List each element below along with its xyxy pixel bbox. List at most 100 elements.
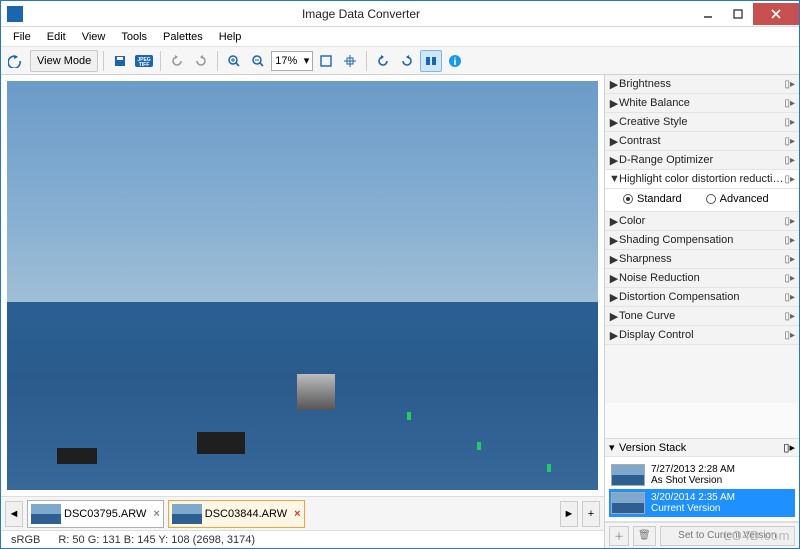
info-icon[interactable]: i: [444, 50, 466, 72]
group-menu-icon[interactable]: ▯▸: [784, 136, 795, 147]
caret-right-icon: ▶: [609, 135, 619, 148]
version-row[interactable]: 7/27/2013 2:28 AM As Shot Version: [609, 461, 795, 489]
thumbnail-filename: DSC03795.ARW: [64, 508, 146, 520]
version-thumb: [611, 492, 645, 514]
window-controls: [693, 3, 799, 25]
group-distortion[interactable]: ▶Distortion Compensation▯▸: [605, 288, 799, 307]
group-menu-icon[interactable]: ▯▸: [783, 441, 795, 454]
group-menu-icon[interactable]: ▯▸: [784, 117, 795, 128]
menu-edit[interactable]: Edit: [39, 29, 74, 45]
version-text: 7/27/2013 2:28 AM As Shot Version: [651, 464, 735, 486]
group-menu-icon[interactable]: ▯▸: [784, 174, 795, 185]
menu-palettes[interactable]: Palettes: [155, 29, 211, 45]
group-highlight-distortion[interactable]: ▼Highlight color distortion reduction▯▸: [605, 170, 799, 189]
zoom-out-icon[interactable]: [247, 50, 269, 72]
group-creative-style[interactable]: ▶Creative Style▯▸: [605, 113, 799, 132]
group-brightness[interactable]: ▶Brightness▯▸: [605, 75, 799, 94]
group-noise[interactable]: ▶Noise Reduction▯▸: [605, 269, 799, 288]
toolbar: View Mode JPEGTIFF 17% ▾ i: [1, 47, 799, 75]
group-menu-icon[interactable]: ▯▸: [784, 311, 795, 322]
zoom-in-icon[interactable]: [223, 50, 245, 72]
group-menu-icon[interactable]: ▯▸: [784, 79, 795, 90]
group-white-balance[interactable]: ▶White Balance▯▸: [605, 94, 799, 113]
group-menu-icon[interactable]: ▯▸: [784, 273, 795, 284]
group-menu-icon[interactable]: ▯▸: [784, 235, 795, 246]
group-contrast[interactable]: ▶Contrast▯▸: [605, 132, 799, 151]
rotate-right-icon[interactable]: [396, 50, 418, 72]
rotate-left-icon[interactable]: [372, 50, 394, 72]
actual-size-icon[interactable]: [339, 50, 361, 72]
fit-screen-icon[interactable]: [315, 50, 337, 72]
thumbnail-item[interactable]: DSC03844.ARW ×: [168, 500, 305, 528]
view-mode-button[interactable]: View Mode: [30, 50, 98, 72]
group-menu-icon[interactable]: ▯▸: [784, 254, 795, 265]
redo-icon[interactable]: [190, 50, 212, 72]
radio-advanced[interactable]: Advanced: [706, 193, 769, 205]
panel-blank: [605, 345, 799, 403]
app-window: Image Data Converter File Edit View Tool…: [0, 0, 800, 549]
status-colorspace: sRGB: [11, 534, 40, 546]
thumbnail-close-icon[interactable]: ×: [294, 508, 300, 520]
version-add-button[interactable]: ＋: [609, 526, 629, 546]
version-text: 3/20/2014 2:35 AM Current Version: [651, 492, 735, 514]
group-display[interactable]: ▶Display Control▯▸: [605, 326, 799, 345]
group-menu-icon[interactable]: ▯▸: [784, 292, 795, 303]
window-title: Image Data Converter: [29, 7, 693, 21]
version-controls: ＋ 🗑 Set to Current Version: [605, 522, 799, 548]
group-shading[interactable]: ▶Shading Compensation▯▸: [605, 231, 799, 250]
preview-image: [7, 81, 598, 490]
group-sharpness[interactable]: ▶Sharpness▯▸: [605, 250, 799, 269]
caret-down-icon: ▼: [609, 173, 619, 185]
zoom-combo[interactable]: 17% ▾: [271, 51, 313, 71]
strip-prev-button[interactable]: ◄: [5, 501, 23, 527]
group-menu-icon[interactable]: ▯▸: [784, 155, 795, 166]
svg-text:i: i: [454, 57, 457, 68]
compare-view-icon[interactable]: [420, 50, 442, 72]
highlight-distortion-options: Standard Advanced: [605, 189, 799, 212]
thumbnail-item[interactable]: DSC03795.ARW ×: [27, 500, 164, 528]
menu-view[interactable]: View: [74, 29, 114, 45]
group-color[interactable]: ▶Color▯▸: [605, 212, 799, 231]
group-menu-icon[interactable]: ▯▸: [784, 98, 795, 109]
strip-next-button[interactable]: ►: [560, 501, 578, 527]
status-readout: R: 50 G: 131 B: 145 Y: 108 (2698, 3174): [58, 534, 255, 546]
version-stack-list: 7/27/2013 2:28 AM As Shot Version 3/20/2…: [605, 457, 799, 522]
save-icon[interactable]: [109, 50, 131, 72]
minimize-button[interactable]: [693, 3, 723, 25]
version-delete-button[interactable]: 🗑: [633, 526, 656, 546]
group-tonecurve[interactable]: ▶Tone Curve▯▸: [605, 307, 799, 326]
group-menu-icon[interactable]: ▯▸: [784, 216, 795, 227]
group-drange[interactable]: ▶D-Range Optimizer▯▸: [605, 151, 799, 170]
back-icon[interactable]: [4, 50, 26, 72]
thumbnail-image: [172, 504, 202, 524]
version-row[interactable]: 3/20/2014 2:35 AM Current Version: [609, 489, 795, 517]
panel-groups: ▶Brightness▯▸ ▶White Balance▯▸ ▶Creative…: [605, 75, 799, 438]
menu-help[interactable]: Help: [211, 29, 250, 45]
menu-tools[interactable]: Tools: [113, 29, 155, 45]
caret-right-icon: ▶: [609, 329, 619, 342]
version-stack-header[interactable]: ▾ Version Stack ▯▸: [605, 438, 799, 457]
caret-right-icon: ▶: [609, 154, 619, 167]
menu-file[interactable]: File: [5, 29, 39, 45]
toolbar-separator: [366, 51, 367, 71]
caret-right-icon: ▶: [609, 234, 619, 247]
undo-icon[interactable]: [166, 50, 188, 72]
close-button[interactable]: [753, 3, 799, 25]
maximize-button[interactable]: [723, 3, 753, 25]
caret-right-icon: ▶: [609, 253, 619, 266]
image-viewer[interactable]: [7, 81, 598, 490]
app-icon: [7, 6, 23, 22]
titlebar: Image Data Converter: [1, 1, 799, 27]
plus-icon: ＋: [614, 528, 624, 543]
strip-add-button[interactable]: +: [582, 501, 600, 527]
radio-icon: [623, 194, 633, 204]
thumbnail-close-icon[interactable]: ×: [153, 508, 159, 520]
menubar: File Edit View Tools Palettes Help: [1, 27, 799, 47]
caret-right-icon: ▶: [609, 272, 619, 285]
set-current-version-button[interactable]: Set to Current Version: [660, 526, 795, 546]
radio-standard[interactable]: Standard: [623, 193, 682, 205]
export-jpeg-tiff-icon[interactable]: JPEGTIFF: [133, 50, 155, 72]
adjustment-panel: ▶Brightness▯▸ ▶White Balance▯▸ ▶Creative…: [605, 75, 799, 548]
thumbnail-filename: DSC03844.ARW: [205, 508, 287, 520]
group-menu-icon[interactable]: ▯▸: [784, 330, 795, 341]
